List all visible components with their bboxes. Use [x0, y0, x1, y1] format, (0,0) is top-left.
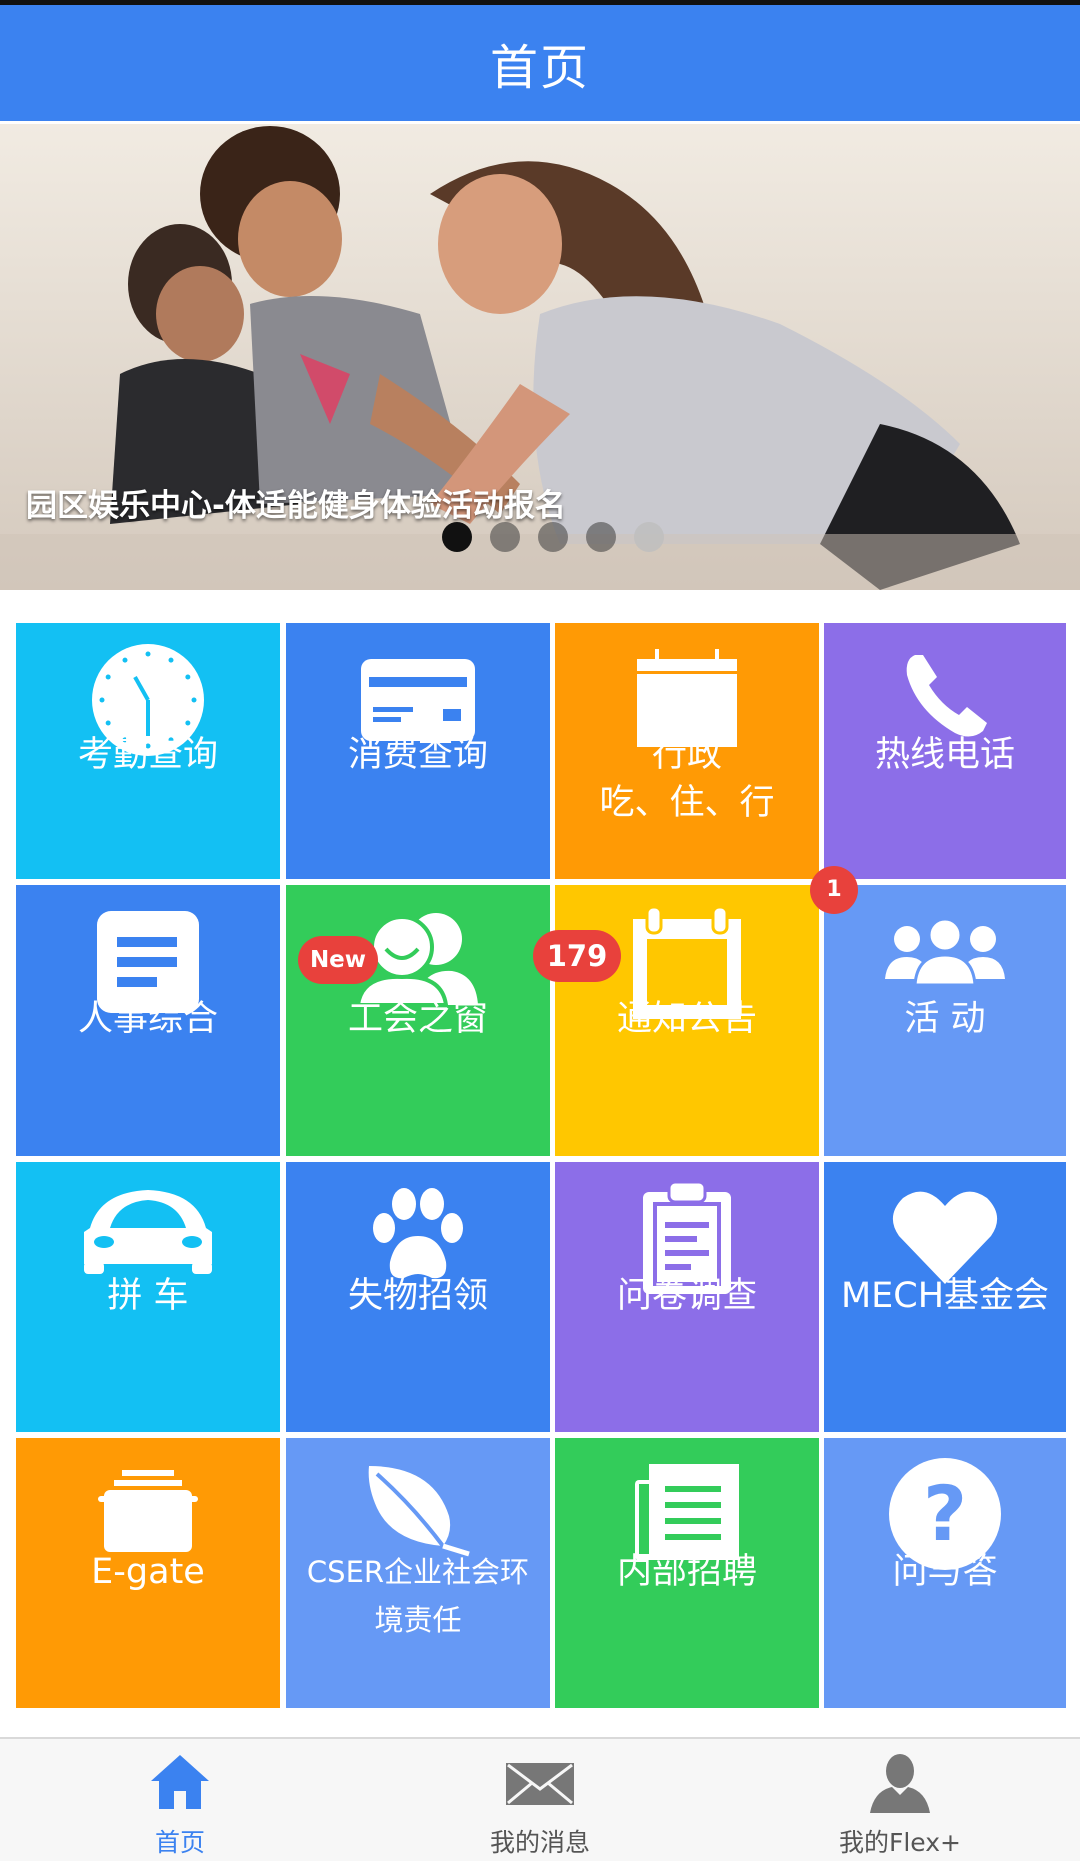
tile-question[interactable]: ? 问与答 [824, 1438, 1066, 1708]
tile-heart[interactable]: MECH基金会 [824, 1162, 1066, 1432]
person-icon [870, 1754, 930, 1813]
tab-home[interactable]: 首页 [0, 1739, 360, 1861]
tile-group[interactable]: 活 动 [824, 885, 1066, 1156]
tile-clipboard[interactable]: 问卷调查 [555, 1162, 819, 1432]
tile-phone[interactable]: 热线电话 [824, 623, 1066, 879]
tile-label: E-gate [91, 1552, 205, 1592]
tile-document[interactable]: 人事综合 [16, 885, 280, 1156]
tab-label: 首页 [154, 1828, 205, 1857]
tile-label: 失物招领 [347, 1276, 488, 1316]
tile-label: 活 动 [904, 999, 986, 1039]
tile-newspaper[interactable]: 内部招聘 [555, 1438, 819, 1708]
tile-label: 人事综合 [77, 999, 218, 1039]
tab-my-flex[interactable]: 我的Flex+ [720, 1739, 1080, 1861]
tile-label: 行政 [651, 735, 722, 775]
tile-label-secondary: 境责任 [374, 1603, 462, 1637]
notification-badge: 179 [533, 930, 621, 982]
tab-label: 我的消息 [489, 1828, 590, 1857]
tile-label: 工会之窗 [347, 999, 488, 1039]
tile-calendar[interactable]: 行政 吃、住、行 [555, 623, 819, 879]
tile-label: MECH基金会 [840, 1276, 1050, 1316]
tile-leaf[interactable]: CSER企业社会环 境责任 [286, 1438, 550, 1708]
tile-label: 问卷调查 [616, 1276, 757, 1316]
tile-paw[interactable]: 失物招领 [286, 1162, 550, 1432]
bottom-tab-bar: 首页 我的消息 我的Flex+ [0, 1737, 1080, 1861]
tile-label-secondary: 吃、住、行 [599, 783, 775, 823]
tile-folder[interactable]: E-gate [16, 1438, 280, 1708]
tile-users-chat[interactable]: 工会之窗 [286, 885, 550, 1156]
tile-card[interactable]: 消费查询 [286, 623, 550, 879]
tile-label: 内部招聘 [616, 1552, 757, 1592]
tile-label: 拼 车 [107, 1276, 189, 1316]
tile-label: 消费查询 [347, 735, 488, 775]
tile-label: 考勤查询 [77, 735, 218, 775]
tile-label: 热线电话 [874, 735, 1015, 775]
car-icon [80, 1182, 216, 1278]
mail-icon [506, 1763, 574, 1805]
tile-notice-calendar[interactable]: 通知公告 [555, 885, 819, 1156]
carousel-dot[interactable] [538, 522, 568, 552]
folder-icon [98, 1470, 198, 1558]
tile-clock[interactable]: 考勤查询 [16, 623, 280, 879]
tab-label: 我的Flex+ [838, 1828, 961, 1857]
page-title: 首页 [489, 40, 590, 96]
banner-carousel[interactable]: 园区娱乐中心-体适能健身体验活动报名 [0, 124, 1080, 590]
tile-car[interactable]: 拼 车 [16, 1162, 280, 1432]
tab-messages[interactable]: 我的消息 [360, 1739, 720, 1861]
carousel-dot[interactable] [490, 522, 520, 552]
home-icon [151, 1755, 209, 1809]
group-icon [885, 917, 1005, 991]
carousel-dot[interactable] [442, 522, 472, 552]
app-header: 首页 [0, 5, 1080, 121]
tile-label: CSER企业社会环 [306, 1555, 530, 1589]
carousel-dot[interactable] [586, 522, 616, 552]
notification-badge: New [298, 936, 378, 984]
carousel-indicator [442, 522, 664, 552]
tile-label: 通知公告 [616, 999, 757, 1039]
svg-text:?: ? [923, 1469, 967, 1558]
notification-badge: 1 [810, 866, 858, 914]
tile-label: 问与答 [892, 1552, 998, 1592]
carousel-dot[interactable] [634, 522, 664, 552]
banner-caption[interactable]: 园区娱乐中心-体适能健身体验活动报名 [26, 480, 566, 525]
